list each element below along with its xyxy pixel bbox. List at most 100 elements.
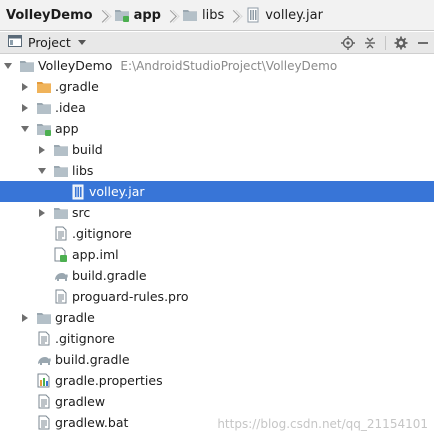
jar-icon: [245, 7, 261, 23]
tree-row-spacer: [19, 391, 31, 412]
text-file-icon: [53, 289, 69, 305]
text-file-icon: [36, 394, 52, 410]
tree-row-label: .gitignore: [72, 226, 132, 241]
tree-row-label: proguard-rules.pro: [72, 289, 189, 304]
breadcrumb-project-label: VolleyDemo: [6, 7, 93, 23]
tree-row-label: build: [72, 142, 103, 157]
tree-row-build[interactable]: build: [0, 139, 434, 160]
tree-row-spacer: [19, 370, 31, 391]
collapse-arrow-icon[interactable]: [36, 139, 48, 160]
tree-row-label: gradlew: [55, 394, 106, 409]
folder-icon: [53, 142, 69, 158]
tree-row-volley-jar[interactable]: volley.jar: [0, 181, 434, 202]
breadcrumb-app[interactable]: app: [112, 3, 163, 27]
text-file-icon: [53, 226, 69, 242]
tree-row-label: .gitignore: [55, 331, 115, 346]
tree-row-label: app.iml: [72, 247, 119, 262]
tree-row-label: app: [55, 121, 79, 136]
tree-row-volleydemo[interactable]: VolleyDemo E:\AndroidStudioProject\Volle…: [0, 55, 434, 76]
tree-row-src[interactable]: src: [0, 202, 434, 223]
properties-file-icon: [36, 373, 52, 389]
breadcrumb-separator-icon: [229, 3, 238, 27]
project-view-icon: [8, 35, 22, 50]
tree-row-gradle-properties[interactable]: gradle.properties: [0, 370, 434, 391]
breadcrumb-separator-icon: [98, 3, 107, 27]
folder-icon: [36, 100, 52, 116]
tree-row-spacer: [19, 412, 31, 433]
breadcrumb-app-label: app: [133, 7, 161, 23]
tree-row-label: volley.jar: [89, 184, 145, 199]
chevron-down-icon: [77, 40, 86, 45]
tree-row-gradle-dir[interactable]: .gradle: [0, 76, 434, 97]
tree-row-label: VolleyDemo: [38, 58, 113, 73]
collapse-arrow-icon[interactable]: [19, 307, 31, 328]
tree-row-libs[interactable]: libs: [0, 160, 434, 181]
tree-row-spacer: [36, 286, 48, 307]
project-view-selector[interactable]: Project: [0, 32, 86, 54]
locate-icon[interactable]: [337, 32, 359, 54]
breadcrumb-project[interactable]: VolleyDemo: [4, 3, 95, 27]
tree-row-spacer: [19, 349, 31, 370]
tree-row-label: build.gradle: [55, 352, 130, 367]
gradle-file-icon: [53, 268, 69, 284]
tree-row-spacer: [36, 244, 48, 265]
collapse-arrow-icon[interactable]: [19, 76, 31, 97]
tree-row-spacer: [36, 223, 48, 244]
project-folder-icon: [19, 58, 35, 74]
tree-row-label: build.gradle: [72, 268, 147, 283]
tree-row-spacer: [53, 181, 65, 202]
expand-arrow-icon[interactable]: [2, 55, 14, 76]
tree-row-gradlew[interactable]: gradlew: [0, 391, 434, 412]
tree-row-label: src: [72, 205, 91, 220]
iml-file-icon: [53, 247, 69, 263]
collapse-arrow-icon[interactable]: [36, 202, 48, 223]
project-toolwindow-header: Project: [0, 32, 434, 54]
tree-row-label: .idea: [55, 100, 86, 115]
tree-row-label: gradlew.bat: [55, 415, 129, 430]
tree-row-app-iml[interactable]: app.iml: [0, 244, 434, 265]
header-divider: [385, 36, 386, 50]
jar-icon: [70, 184, 86, 200]
text-file-icon: [36, 331, 52, 347]
folder-icon: [182, 7, 198, 23]
collapse-arrow-icon[interactable]: [19, 97, 31, 118]
tree-row-root-gitignore[interactable]: .gitignore: [0, 328, 434, 349]
breadcrumb-libs-label: libs: [201, 7, 225, 23]
tree-row-label: gradle: [55, 310, 95, 325]
watermark-text: https://blog.csdn.net/qq_21154101: [217, 417, 428, 431]
breadcrumb-separator-icon: [166, 3, 175, 27]
module-folder-icon: [114, 7, 130, 23]
gear-icon[interactable]: [390, 32, 412, 54]
hide-icon[interactable]: [412, 32, 434, 54]
navigation-bar: VolleyDemo app libs volley.jar: [0, 0, 434, 31]
expand-arrow-icon[interactable]: [36, 160, 48, 181]
module-folder-icon: [36, 121, 52, 137]
tree-row-label: libs: [72, 163, 94, 178]
tree-row-path: E:\AndroidStudioProject\VolleyDemo: [120, 58, 338, 73]
folder-icon: [53, 205, 69, 221]
tree-row-label: gradle.properties: [55, 373, 163, 388]
project-tree[interactable]: VolleyDemo E:\AndroidStudioProject\Volle…: [0, 55, 434, 444]
tree-row-root-build-gradle[interactable]: build.gradle: [0, 349, 434, 370]
tree-row-app-gitignore[interactable]: .gitignore: [0, 223, 434, 244]
tree-row-proguard[interactable]: proguard-rules.pro: [0, 286, 434, 307]
tree-row-spacer: [36, 265, 48, 286]
breadcrumb-libs[interactable]: libs: [180, 3, 226, 27]
gradle-file-icon: [36, 352, 52, 368]
expand-arrow-icon[interactable]: [19, 118, 31, 139]
tree-row-gradle[interactable]: gradle: [0, 307, 434, 328]
excluded-folder-icon: [36, 79, 52, 95]
header-actions: [337, 32, 434, 54]
tree-row-label: .gradle: [55, 79, 99, 94]
text-file-icon: [36, 415, 52, 431]
breadcrumb-volley-jar-label: volley.jar: [265, 7, 323, 23]
breadcrumb-volley-jar[interactable]: volley.jar: [243, 3, 325, 27]
project-view-label: Project: [28, 35, 71, 50]
folder-icon: [53, 163, 69, 179]
collapse-all-icon[interactable]: [359, 32, 381, 54]
tree-row-app-build-gradle[interactable]: build.gradle: [0, 265, 434, 286]
tree-row-idea[interactable]: .idea: [0, 97, 434, 118]
folder-icon: [36, 310, 52, 326]
tree-row-spacer: [19, 328, 31, 349]
tree-row-app[interactable]: app: [0, 118, 434, 139]
